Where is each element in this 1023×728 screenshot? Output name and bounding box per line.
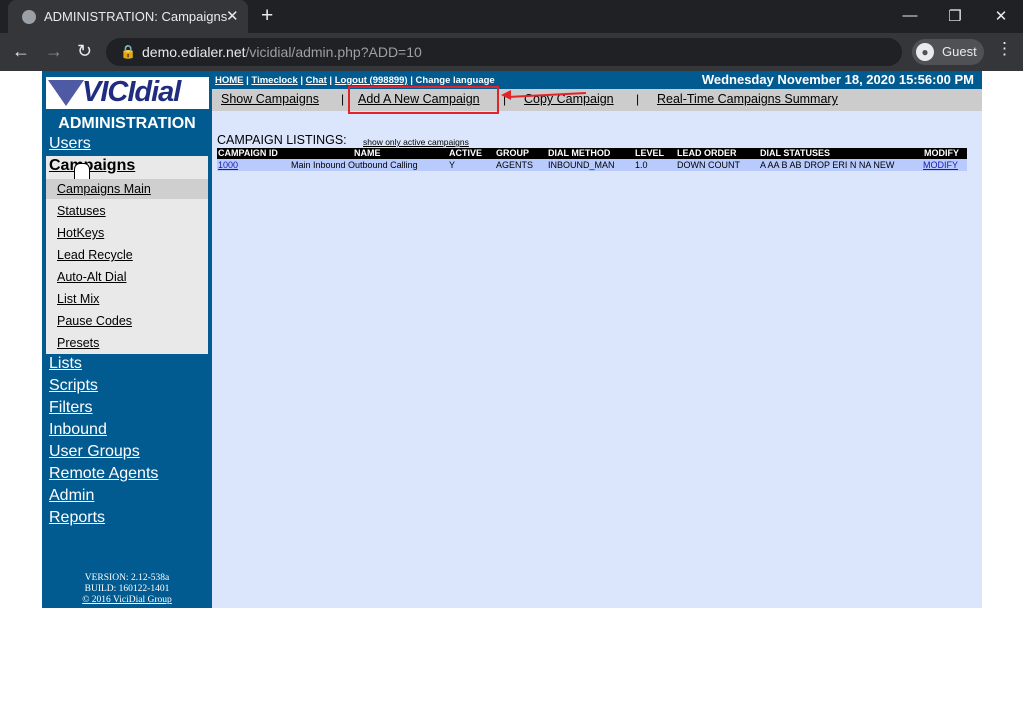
- submenu-pause-codes[interactable]: Pause Codes: [57, 314, 132, 328]
- url-text[interactable]: demo.edialer.net/vicidial/admin.php?ADD=…: [142, 44, 422, 60]
- realtime-campaigns-summary-link[interactable]: Real-Time Campaigns Summary: [657, 92, 838, 106]
- sidebar-item-users[interactable]: Users: [49, 135, 91, 153]
- campaign-table: CAMPAIGN ID NAME ACTIVE GROUP DIAL METHO…: [217, 148, 967, 171]
- submenu-hotkeys[interactable]: HotKeys: [57, 226, 104, 240]
- sidebar-item-user-groups[interactable]: User Groups: [49, 443, 140, 461]
- cell-level: 1.0: [635, 160, 648, 170]
- col-lead-order: LEAD ORDER: [677, 148, 737, 158]
- cell-group: AGENTS: [496, 160, 534, 170]
- new-tab-button[interactable]: +: [261, 4, 273, 28]
- submenu-list-mix[interactable]: List Mix: [57, 292, 99, 306]
- cell-active: Y: [449, 160, 456, 170]
- submenu-auto-alt-dial[interactable]: Auto-Alt Dial: [57, 270, 126, 284]
- change-language-link[interactable]: Change language: [416, 75, 495, 86]
- highlight-box: [348, 86, 499, 114]
- timeclock-link[interactable]: Timeclock: [251, 75, 297, 86]
- campaign-id-link[interactable]: 1000: [218, 159, 238, 171]
- col-dial-method: DIAL METHOD: [548, 148, 611, 158]
- col-modify: MODIFY: [924, 148, 959, 158]
- browser-tab-bar: ADMINISTRATION: Campaigns ✕ + — ❐ ✕: [0, 0, 1023, 33]
- vicidial-logo[interactable]: VICIdial: [46, 76, 209, 109]
- header-datetime: Wednesday November 18, 2020 15:56:00 PM: [701, 72, 974, 87]
- col-group: GROUP: [496, 148, 530, 158]
- restore-icon[interactable]: ❐: [945, 7, 965, 25]
- globe-icon: [22, 10, 36, 24]
- header-links: HOME | Timeclock | Chat | Logout (998899…: [215, 75, 495, 86]
- copyright-link[interactable]: © 2016 ViciDial Group: [82, 595, 172, 605]
- campaign-subnav: Show Campaigns | Add A New Campaign | Co…: [212, 89, 982, 111]
- submenu-lead-recycle[interactable]: Lead Recycle: [57, 248, 133, 262]
- cell-lead-order: DOWN COUNT: [677, 160, 740, 170]
- submenu-campaigns-main[interactable]: Campaigns Main: [57, 182, 151, 196]
- show-active-campaigns-link[interactable]: show only active campaigns: [363, 137, 469, 147]
- sidebar-item-admin[interactable]: Admin: [49, 487, 94, 505]
- col-level: LEVEL: [635, 148, 665, 158]
- version-footer: VERSION: 2.12-538a BUILD: 160122-1401 © …: [42, 573, 212, 606]
- cell-name: Main Inbound Outbound Calling: [291, 160, 418, 170]
- vicidial-admin-page: VICIdial ADMINISTRATION Users Campaigns …: [42, 71, 982, 608]
- browser-toolbar: ← → ↻ 🔒 demo.edialer.net/vicidial/admin.…: [0, 33, 1023, 71]
- forward-icon[interactable]: →: [45, 41, 63, 62]
- profile-label: Guest: [942, 44, 977, 59]
- build-text: BUILD: 160122-1401: [84, 584, 170, 594]
- show-campaigns-link[interactable]: Show Campaigns: [221, 92, 319, 106]
- campaign-listings-label: CAMPAIGN LISTINGS:: [217, 133, 347, 147]
- sidebar-title: ADMINISTRATION: [58, 115, 196, 132]
- col-name: NAME: [354, 148, 381, 158]
- logo-triangle-icon: [48, 80, 84, 106]
- sidebar-item-filters[interactable]: Filters: [49, 399, 93, 417]
- sidebar-item-inbound[interactable]: Inbound: [49, 421, 107, 439]
- col-active: ACTIVE: [449, 148, 483, 158]
- submenu-presets[interactable]: Presets: [57, 336, 99, 350]
- col-campaign-id: CAMPAIGN ID: [218, 148, 278, 158]
- home-link[interactable]: HOME: [215, 75, 244, 86]
- table-row: 1000 Main Inbound Outbound Calling Y AGE…: [217, 159, 967, 171]
- version-text: VERSION: 2.12-538a: [84, 573, 170, 583]
- window-close-icon[interactable]: ✕: [991, 7, 1011, 25]
- cell-dial-method: INBOUND_MAN: [548, 160, 615, 170]
- chat-link[interactable]: Chat: [306, 75, 327, 86]
- annotation-arrow-icon: [501, 90, 511, 100]
- header-bar: HOME | Timeclock | Chat | Logout (998899…: [212, 71, 982, 89]
- sidebar-item-reports[interactable]: Reports: [49, 509, 105, 527]
- minimize-icon[interactable]: —: [900, 7, 920, 24]
- address-bar[interactable]: 🔒 demo.edialer.net/vicidial/admin.php?AD…: [106, 38, 902, 66]
- sidebar-item-campaigns[interactable]: Campaigns: [49, 157, 135, 175]
- browser-tab[interactable]: ADMINISTRATION: Campaigns ✕: [8, 0, 248, 33]
- profile-button[interactable]: ● Guest: [912, 39, 984, 65]
- sidebar: VICIdial ADMINISTRATION Users Campaigns …: [42, 71, 212, 608]
- table-header: CAMPAIGN ID NAME ACTIVE GROUP DIAL METHO…: [217, 148, 967, 159]
- tab-title: ADMINISTRATION: Campaigns: [44, 9, 228, 24]
- tab-close-icon[interactable]: ✕: [226, 7, 239, 25]
- lock-icon: 🔒: [120, 44, 137, 59]
- subnav-separator: |: [341, 92, 345, 106]
- reload-icon[interactable]: ↻: [77, 41, 92, 62]
- cell-dial-statuses: A AA B AB DROP ERI N NA NEW: [760, 160, 895, 170]
- subnav-separator: |: [636, 92, 640, 106]
- submenu-statuses[interactable]: Statuses: [57, 204, 106, 218]
- sidebar-item-remote-agents[interactable]: Remote Agents: [49, 465, 158, 483]
- sidebar-item-scripts[interactable]: Scripts: [49, 377, 98, 395]
- modify-link[interactable]: MODIFY: [923, 159, 958, 171]
- person-icon: ●: [916, 43, 934, 61]
- logout-link[interactable]: Logout (998899): [335, 75, 408, 86]
- more-menu-icon[interactable]: ⋮: [996, 39, 1013, 59]
- back-icon[interactable]: ←: [12, 41, 30, 62]
- col-dial-statuses: DIAL STATUSES: [760, 148, 831, 158]
- sidebar-item-lists[interactable]: Lists: [49, 355, 82, 373]
